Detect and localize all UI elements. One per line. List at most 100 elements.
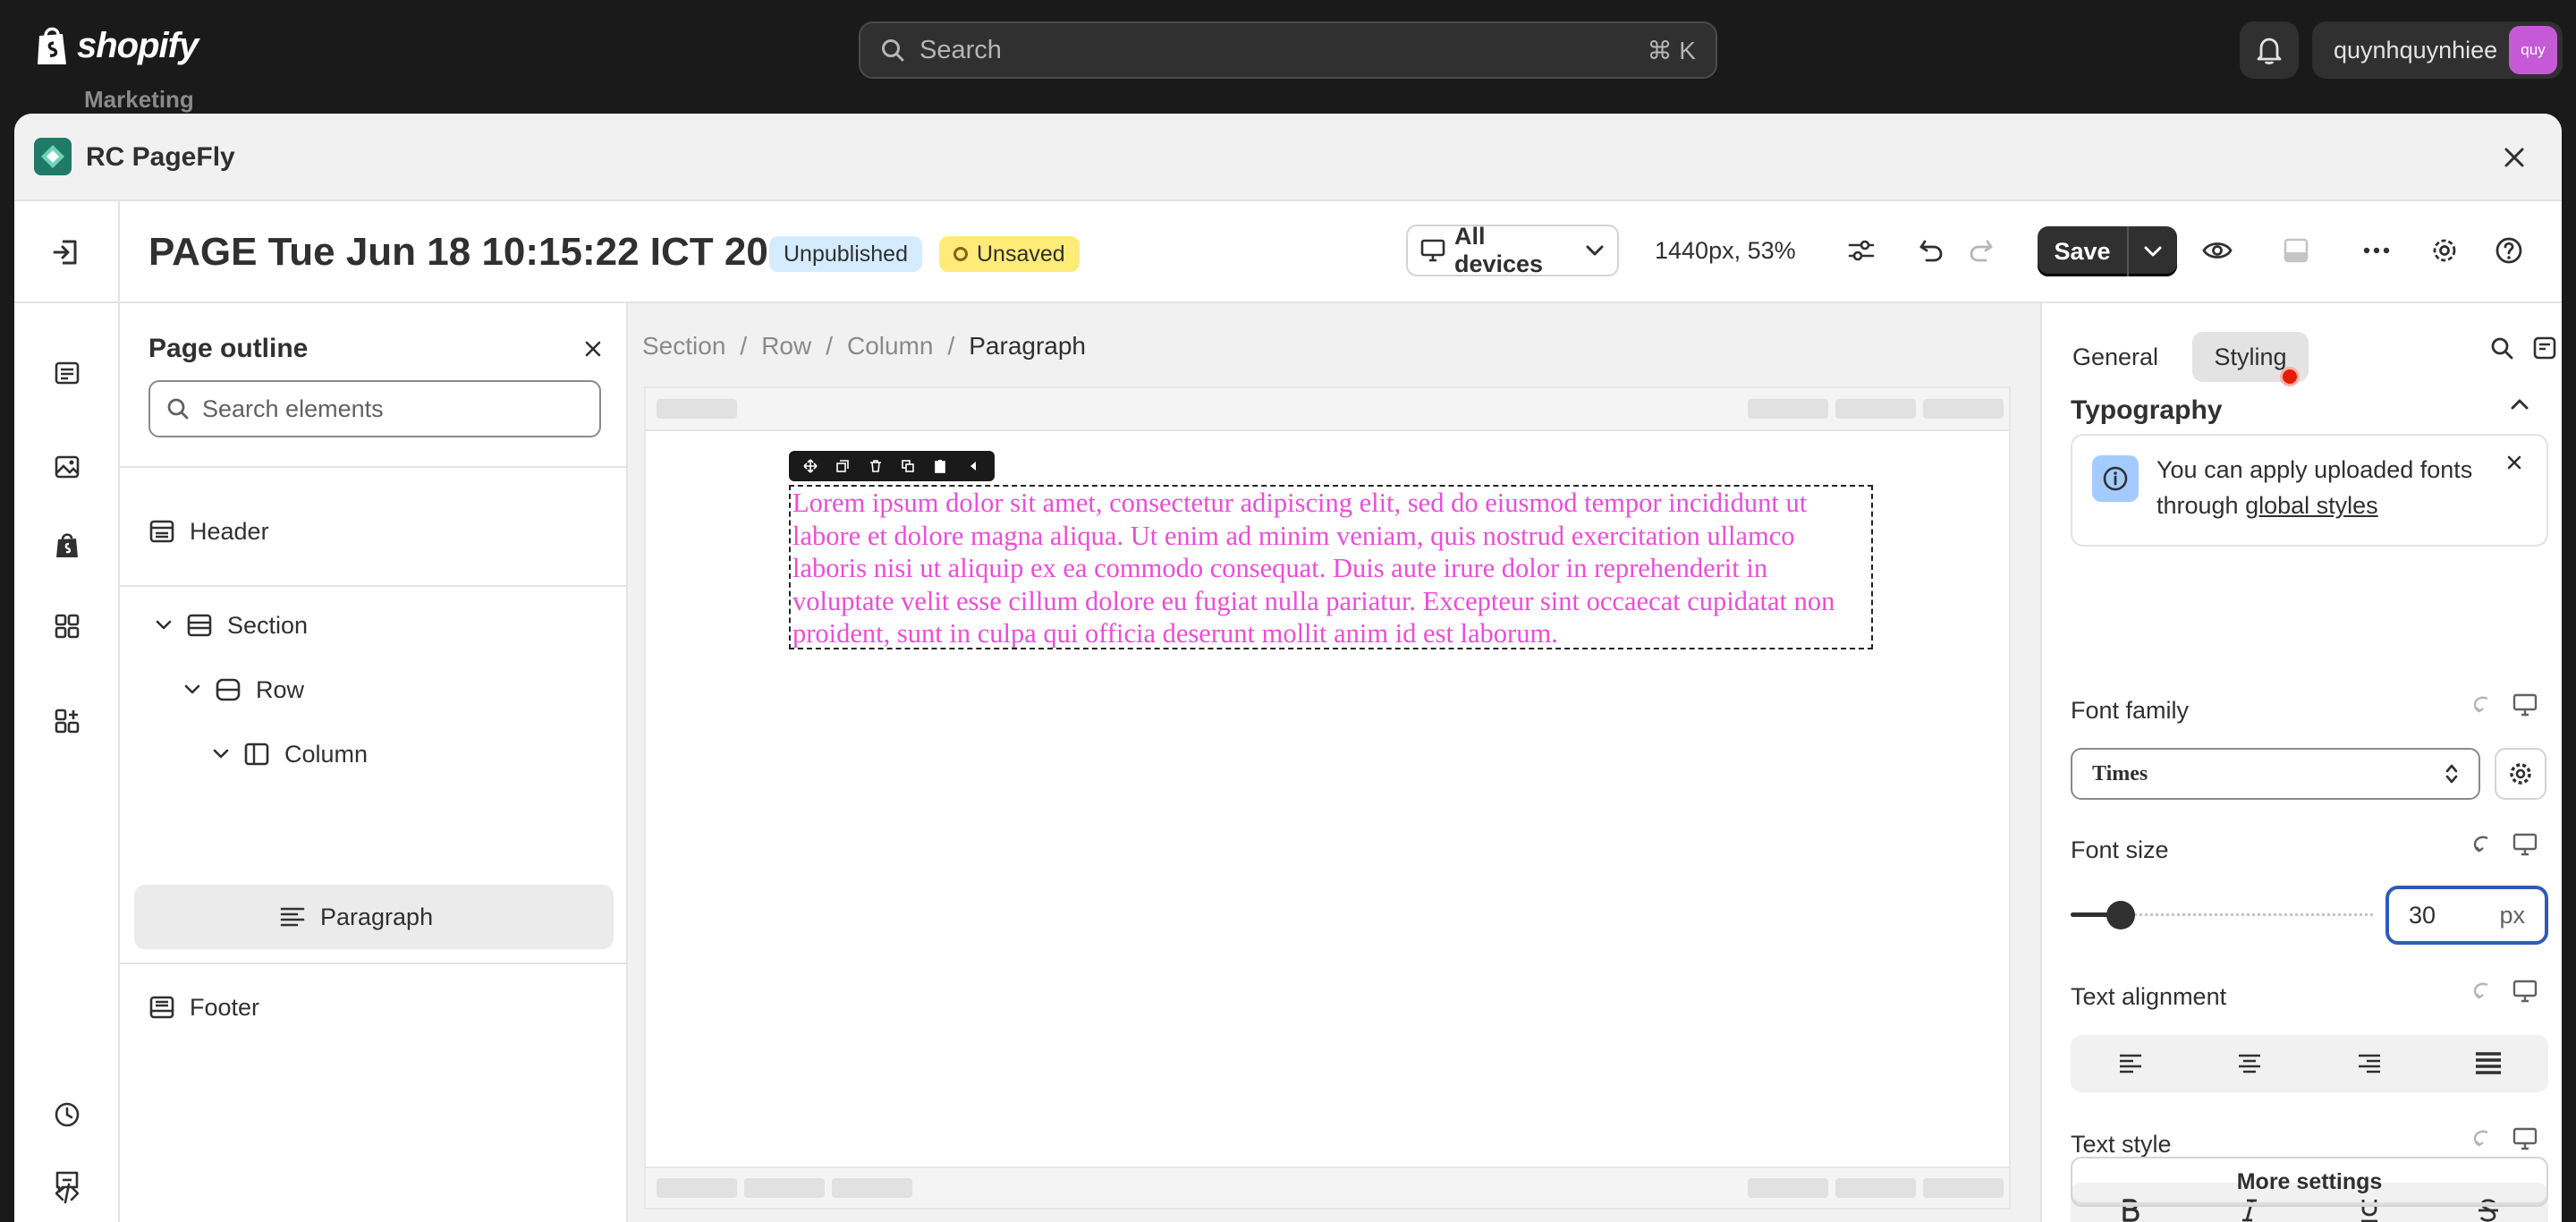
font-settings-button[interactable] xyxy=(2495,748,2546,800)
breadcrumb-item-paragraph: Paragraph xyxy=(969,332,1087,360)
notes-icon[interactable] xyxy=(2532,335,2557,361)
page-settings-button[interactable] xyxy=(2422,228,2467,273)
modal-close-button[interactable] xyxy=(2496,139,2533,176)
align-center-button[interactable] xyxy=(2190,1035,2310,1092)
text-alignment-group xyxy=(2071,1035,2548,1092)
outline-item-paragraph[interactable]: Paragraph xyxy=(279,886,433,948)
global-styles-link[interactable]: global styles xyxy=(2245,492,2378,519)
search-placeholder: Search xyxy=(919,35,1002,64)
image-icon xyxy=(54,454,80,480)
chevron-down-icon xyxy=(184,684,200,695)
outline-item-section[interactable]: Section xyxy=(156,594,308,657)
selected-paragraph[interactable]: Lorem ipsum dolor sit amet, consectetur … xyxy=(789,485,1873,649)
delete-icon[interactable] xyxy=(868,458,884,474)
rail-media-button[interactable] xyxy=(45,445,89,489)
modal-title: RC PageFly xyxy=(86,142,235,172)
page-title[interactable]: PAGE Tue Jun 18 10:15:22 ICT 2024 xyxy=(148,230,812,275)
rail-apps-button[interactable] xyxy=(45,699,89,743)
save-button[interactable]: Save xyxy=(2038,226,2129,276)
font-size-unit: px xyxy=(2499,901,2525,929)
breadcrumb-separator: / xyxy=(740,332,748,360)
desktop-icon[interactable] xyxy=(2512,980,2538,1003)
adjustments-button[interactable] xyxy=(1839,228,1884,273)
chevron-up-icon[interactable] xyxy=(2510,398,2529,411)
clipboard-icon[interactable] xyxy=(932,458,948,474)
outline-item-label: Paragraph xyxy=(320,903,434,930)
save-button-group: Save xyxy=(2038,226,2177,276)
skeleton-bar xyxy=(832,1178,912,1198)
user-menu-button[interactable]: quynhquynhiee quy xyxy=(2312,21,2563,79)
move-icon[interactable] xyxy=(802,458,818,474)
select-parent-icon[interactable] xyxy=(835,458,851,474)
layout-toggle-button[interactable] xyxy=(2274,228,2318,273)
column-icon xyxy=(243,741,270,768)
help-button[interactable] xyxy=(2487,228,2531,273)
font-size-slider-thumb[interactable] xyxy=(2106,901,2135,929)
notifications-button[interactable] xyxy=(2240,21,2299,79)
search-icon[interactable] xyxy=(2489,335,2514,361)
tab-general[interactable]: General xyxy=(2056,332,2174,382)
shopify-bag-icon xyxy=(34,25,70,66)
typography-section-title[interactable]: Typography xyxy=(2071,395,2222,426)
caret-left-icon[interactable] xyxy=(965,458,981,474)
reset-icon[interactable] xyxy=(2470,833,2493,856)
outline-item-row[interactable]: Row xyxy=(184,658,304,721)
redo-button[interactable] xyxy=(1959,228,2004,273)
editor-toolbar: PAGE Tue Jun 18 10:15:22 ICT 2024 Unpubl… xyxy=(14,201,2562,303)
preview-button[interactable] xyxy=(2195,228,2240,273)
desktop-icon[interactable] xyxy=(2512,833,2538,856)
header-placeholder xyxy=(646,388,2009,431)
breadcrumb-item-column[interactable]: Column xyxy=(847,332,933,361)
outline-search-input[interactable]: Search elements xyxy=(148,380,601,437)
breadcrumb: Section / Row / Column / Paragraph xyxy=(642,332,1086,361)
undo-button[interactable] xyxy=(1909,228,1953,273)
font-family-actions xyxy=(2470,693,2538,717)
reset-icon[interactable] xyxy=(2470,693,2493,717)
element-toolbar xyxy=(789,451,995,481)
canvas-zoom-readout[interactable]: 1440px, 53% xyxy=(1655,237,1796,265)
align-left-icon xyxy=(2117,1053,2144,1074)
dismiss-banner-button[interactable] xyxy=(2505,454,2523,471)
desktop-icon[interactable] xyxy=(2512,1127,2538,1150)
outline-item-label: Column xyxy=(284,740,369,768)
pagefly-app-icon xyxy=(34,138,72,175)
outline-item-header[interactable]: Header xyxy=(148,500,269,563)
exit-editor-button[interactable] xyxy=(14,201,120,303)
outline-item-footer[interactable]: Footer xyxy=(148,976,259,1039)
device-selector[interactable]: All devices xyxy=(1406,223,1619,277)
outline-item-column[interactable]: Column xyxy=(213,723,368,785)
font-size-value: 30 xyxy=(2409,901,2436,929)
more-actions-button[interactable] xyxy=(2354,228,2399,273)
font-family-label: Font family xyxy=(2071,697,2190,724)
outline-divider xyxy=(120,963,628,964)
help-icon xyxy=(2495,236,2523,265)
font-family-value: Times xyxy=(2092,761,2148,785)
breadcrumb-item-section[interactable]: Section xyxy=(642,332,725,361)
rail-shopify-button[interactable] xyxy=(45,523,89,568)
rail-page-outline-button[interactable] xyxy=(45,351,89,395)
more-settings-button[interactable]: More settings xyxy=(2071,1157,2548,1207)
font-size-label: Font size xyxy=(2071,836,2169,863)
outline-close-button[interactable] xyxy=(580,335,606,362)
admin-search-bar[interactable]: Search ⌘ K xyxy=(859,21,1717,79)
reset-icon[interactable] xyxy=(2470,980,2493,1003)
skeleton-bar xyxy=(1835,399,1916,419)
desktop-icon[interactable] xyxy=(2512,693,2538,717)
rail-chat-button[interactable] xyxy=(45,1159,89,1204)
shopify-logo[interactable]: shopify xyxy=(34,25,199,66)
undo-icon xyxy=(1918,237,1945,264)
paragraph-icon xyxy=(279,905,306,929)
align-justify-button[interactable] xyxy=(2429,1035,2549,1092)
font-family-select[interactable]: Times xyxy=(2071,748,2480,800)
redo-icon xyxy=(1968,237,1995,264)
breadcrumb-item-row[interactable]: Row xyxy=(761,332,811,361)
font-size-input[interactable]: 30 px xyxy=(2385,886,2548,945)
reset-icon[interactable] xyxy=(2470,1127,2493,1150)
align-left-button[interactable] xyxy=(2071,1035,2190,1092)
save-options-button[interactable] xyxy=(2129,226,2177,276)
rail-history-button[interactable] xyxy=(45,1092,89,1137)
align-right-button[interactable] xyxy=(2309,1035,2429,1092)
unsaved-badge-label: Unsaved xyxy=(977,241,1065,267)
duplicate-icon[interactable] xyxy=(900,458,916,474)
rail-elements-button[interactable] xyxy=(45,604,89,649)
